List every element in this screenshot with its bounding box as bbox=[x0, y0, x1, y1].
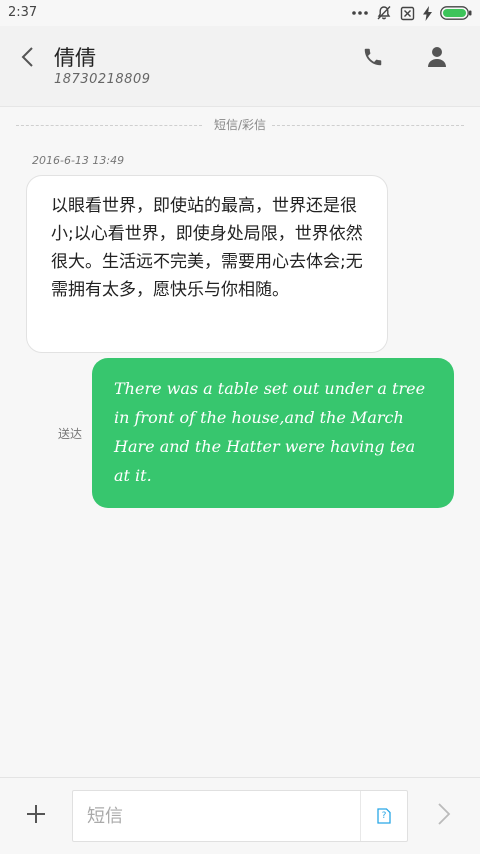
divider-line-right bbox=[272, 125, 464, 126]
call-button[interactable] bbox=[358, 44, 388, 74]
contact-profile-button[interactable] bbox=[422, 44, 452, 74]
sim-blocked-icon bbox=[400, 4, 415, 22]
back-chevron-icon bbox=[20, 46, 34, 72]
mute-bell-icon bbox=[376, 4, 392, 22]
battery-icon bbox=[440, 4, 472, 22]
incoming-message-bubble[interactable]: 以眼看世界，即使站的最高，世界还是很小;以心看世界，即使身处局限，世界依然很大。… bbox=[26, 175, 388, 353]
message-type-divider: 短信/彩信 bbox=[16, 116, 464, 134]
sim-label: ? bbox=[381, 811, 387, 821]
contact-number: 18730218809 bbox=[54, 72, 151, 87]
sim-card-icon: ? bbox=[377, 808, 391, 824]
send-chevron-icon bbox=[437, 802, 451, 830]
compose-box: ? bbox=[72, 790, 408, 842]
charging-icon bbox=[423, 4, 432, 22]
status-time: 2:37 bbox=[8, 5, 38, 20]
phone-icon bbox=[362, 46, 384, 72]
sim-select-button[interactable]: ? bbox=[360, 791, 407, 841]
plus-icon bbox=[26, 804, 46, 828]
more-dots-icon bbox=[352, 4, 368, 22]
status-icons bbox=[352, 4, 472, 22]
send-button[interactable] bbox=[426, 798, 462, 834]
attach-button[interactable] bbox=[18, 798, 54, 834]
message-timestamp: 2016-6-13 13:49 bbox=[32, 154, 125, 167]
outgoing-message-bubble[interactable]: There was a table set out under a tree i… bbox=[92, 358, 454, 508]
status-bar: 2:37 bbox=[0, 0, 480, 26]
compose-bar: ? bbox=[0, 777, 480, 854]
contact-name: 倩倩 bbox=[54, 46, 96, 70]
delivery-status: 送达 bbox=[58, 427, 83, 441]
person-icon bbox=[427, 46, 447, 72]
message-input[interactable] bbox=[73, 791, 361, 841]
conversation-header: 倩倩 18730218809 bbox=[0, 26, 480, 107]
back-button[interactable] bbox=[12, 44, 42, 74]
